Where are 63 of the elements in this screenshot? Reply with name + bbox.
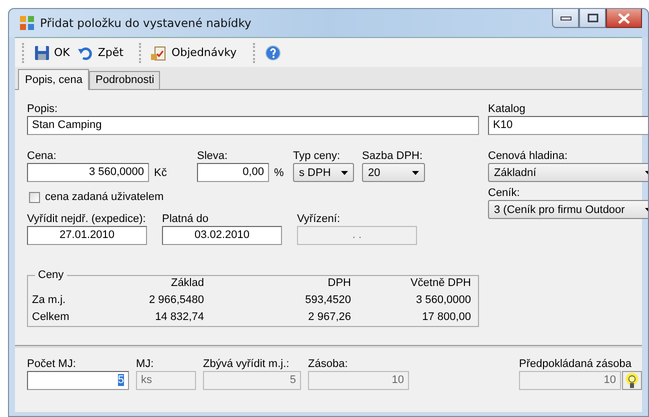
minimize-icon	[560, 15, 572, 21]
tab[interactable]: Podrobnosti	[89, 71, 160, 89]
close-icon	[618, 12, 630, 24]
maximize-button[interactable]	[579, 9, 606, 28]
caret-icon	[412, 170, 419, 174]
table-cell-text: 2 966,5480	[148, 294, 204, 306]
orders-button[interactable]: Objednávky	[148, 42, 240, 62]
text-field[interactable]: 03.02.2010	[162, 226, 282, 245]
checkbox-label: cena zadaná uživatelem	[45, 191, 164, 203]
dropdown[interactable]: s DPH	[293, 163, 354, 182]
dropdown[interactable]: 3 (Ceník pro firmu Outdoor	[488, 200, 648, 219]
text-field[interactable]: 0,00	[197, 163, 269, 182]
field-label: Předpokládaná zásoba	[519, 357, 633, 371]
field-label: Vyřízení:	[297, 212, 341, 226]
minimize-button[interactable]	[552, 9, 579, 28]
row-label: Celkem	[32, 311, 70, 323]
text-field[interactable]: 27.01.2010	[27, 226, 147, 245]
back-button[interactable]: Zpět	[74, 42, 126, 62]
column-header: DPH	[326, 277, 351, 289]
field-label: Ceník:	[488, 186, 521, 200]
maximize-icon	[586, 13, 598, 23]
unit-label: Kč	[154, 166, 167, 178]
field-label: Vyřídit nejdř. (expedice):	[27, 212, 147, 226]
field-label: Katalog	[488, 102, 526, 116]
field-label: Platná do	[162, 212, 210, 226]
light-bulb-icon	[625, 372, 639, 388]
window-title: Přidat položku do vystavené nabídky	[40, 16, 252, 30]
field-label: Sazba DPH:	[362, 149, 424, 163]
hint-button[interactable]	[622, 371, 642, 390]
clipboard-icon	[151, 44, 168, 60]
field-label: Typ ceny:	[293, 149, 342, 163]
text-field[interactable]: 3 560,0000	[27, 163, 149, 182]
table-cell-text: 593,4520	[304, 294, 351, 306]
column-header: Včetně DPH	[409, 277, 471, 289]
unit-label: %	[274, 166, 284, 178]
table-cell-text: 3 560,0000	[414, 294, 471, 306]
text-field[interactable]: K10	[488, 116, 648, 135]
table-cell-text: 2 967,26	[307, 311, 351, 323]
field-label: Cena:	[27, 149, 58, 163]
field-label: MJ:	[136, 357, 155, 371]
field-label: Popis:	[27, 102, 59, 116]
dropdown[interactable]: Základní	[488, 163, 648, 182]
close-button[interactable]	[606, 9, 642, 28]
text-field[interactable]: Stan Camping	[27, 116, 479, 135]
help-icon	[264, 44, 281, 60]
ok-button[interactable]: OK	[31, 42, 73, 62]
app-icon	[19, 15, 35, 31]
field-label: Zásoba:	[308, 357, 349, 371]
field-label: Cenová hladina:	[488, 149, 569, 163]
table-cell-text: 14 832,74	[154, 311, 204, 323]
row-label: Za m.j.	[32, 294, 67, 306]
table-cell-text: 17 800,00	[421, 311, 471, 323]
checkbox[interactable]	[29, 192, 40, 202]
field-label: Počet MJ:	[27, 357, 77, 371]
text-field[interactable]: 5	[27, 371, 129, 390]
group-title: Ceny	[37, 269, 65, 281]
field-label: Zbývá vyřídit m.j.:	[203, 357, 290, 371]
column-header: Základ	[170, 277, 204, 289]
field-label: Sleva:	[197, 149, 229, 163]
tab[interactable]: Popis, cena	[18, 69, 90, 90]
undo-icon	[78, 44, 94, 60]
dropdown[interactable]: 20	[362, 163, 425, 182]
caret-icon	[341, 170, 348, 174]
